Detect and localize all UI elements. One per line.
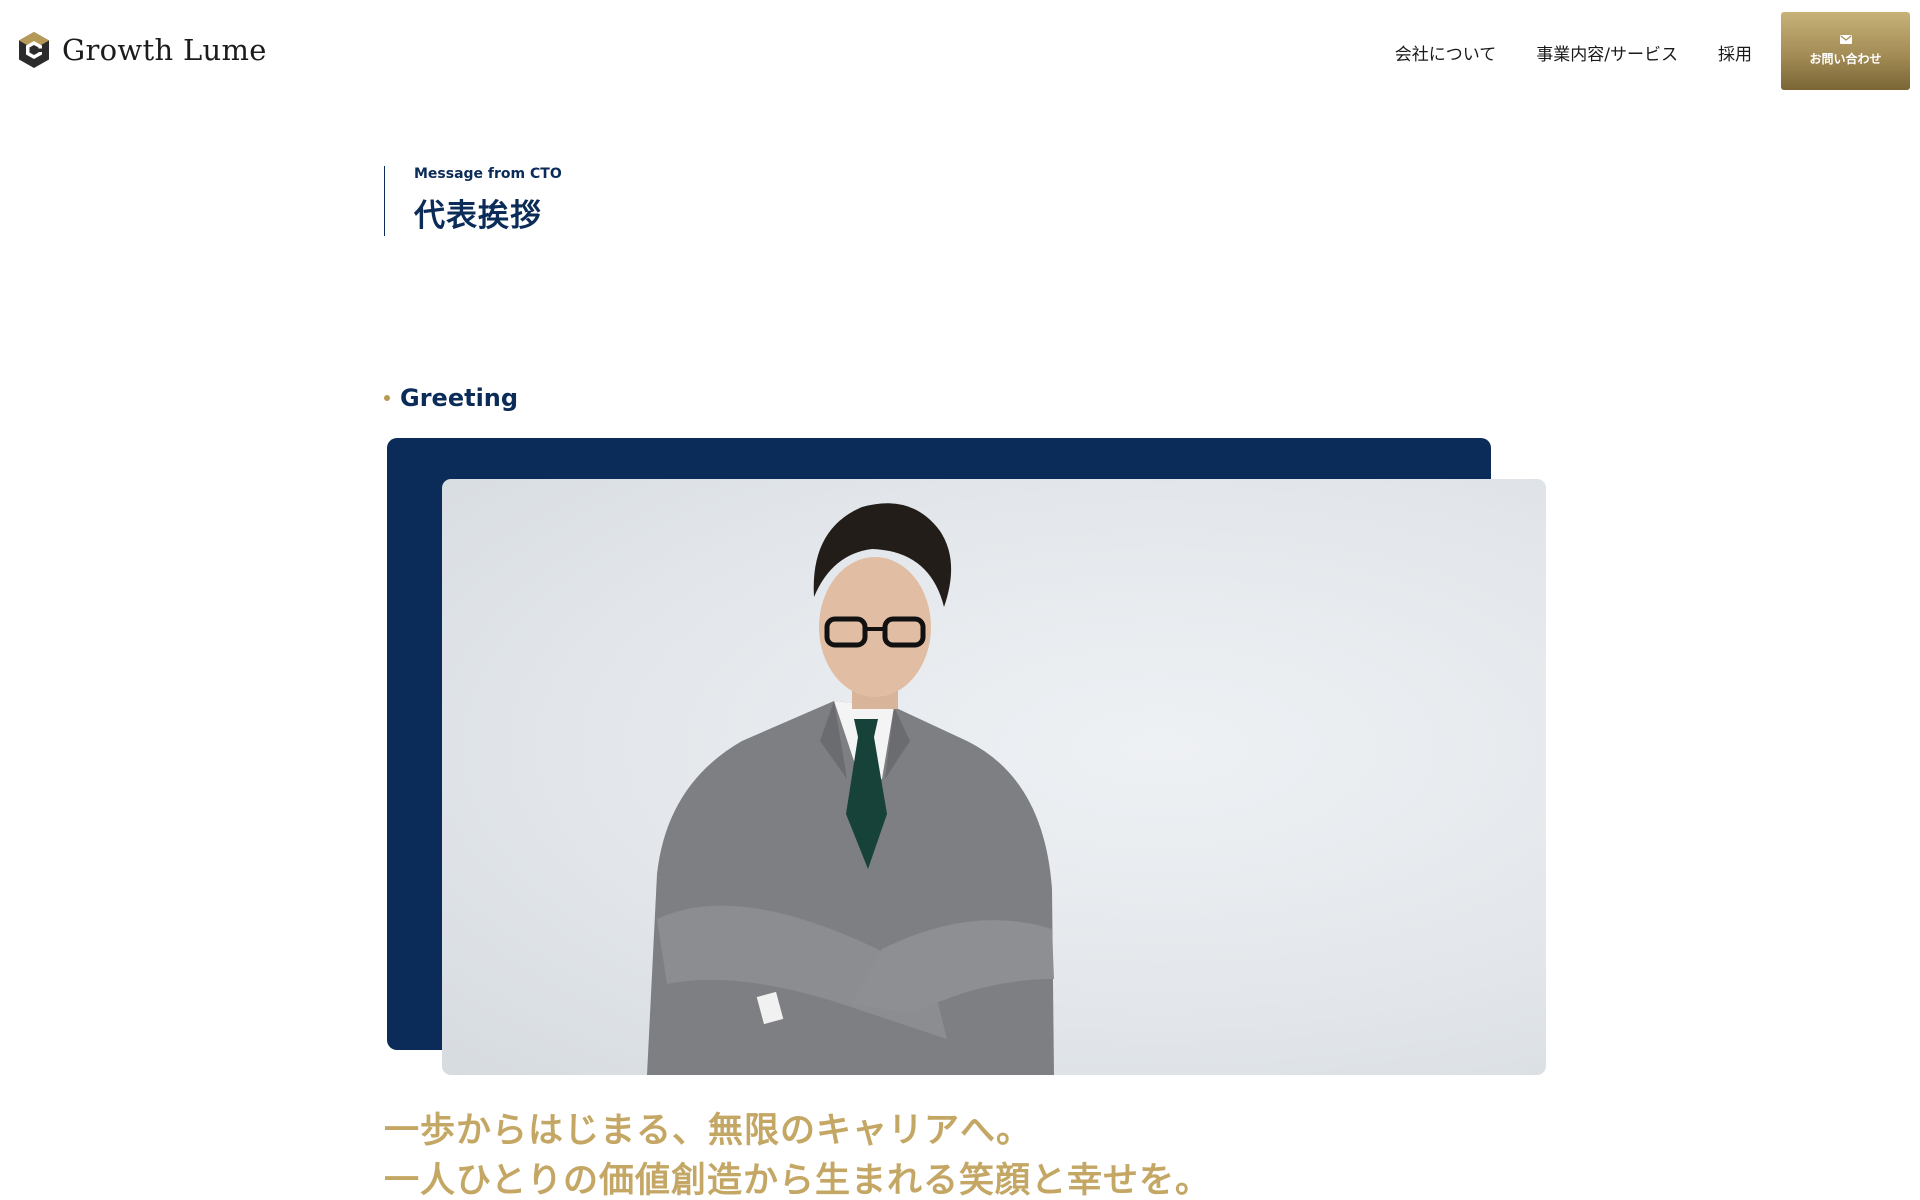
contact-button[interactable]: お問い合わせ (1781, 12, 1910, 90)
cto-portrait-photo (442, 479, 1546, 1075)
section-heading: Greeting (384, 384, 518, 412)
section-title: Greeting (400, 384, 519, 412)
nav-item-recruit[interactable]: 採用 (1718, 40, 1752, 65)
nav-item-company[interactable]: 会社について (1395, 40, 1497, 65)
page-subtitle: Message from CTO (414, 166, 562, 182)
page-title: 代表挨拶 (414, 198, 542, 234)
logo-text: Growth Lume (62, 33, 267, 67)
page-heading: Message from CTO 代表挨拶 (384, 166, 562, 236)
catch-copy: 一歩からはじまる、無限のキャリアへ。 一人ひとりの価値創造から生まれる笑顔と幸せ… (384, 1106, 1211, 1200)
portrait-illustration (647, 503, 1054, 1075)
mail-icon (1839, 35, 1852, 44)
site-header: Growth Lume 会社について 事業内容/サービス 採用 お問い合わせ (0, 0, 1920, 104)
nav-item-services[interactable]: 事業内容/サービス (1536, 40, 1678, 65)
site-logo[interactable]: Growth Lume (18, 31, 267, 69)
main-nav: 会社について 事業内容/サービス 採用 (1395, 40, 1752, 65)
contact-button-label: お問い合わせ (1809, 52, 1882, 66)
logo-mark-icon (19, 32, 49, 68)
bullet-dot-icon (384, 395, 390, 401)
catch-line-1: 一歩からはじまる、無限のキャリアへ。 (384, 1111, 1033, 1151)
catch-line-2: 一人ひとりの価値創造から生まれる笑顔と幸せを。 (384, 1161, 1211, 1200)
